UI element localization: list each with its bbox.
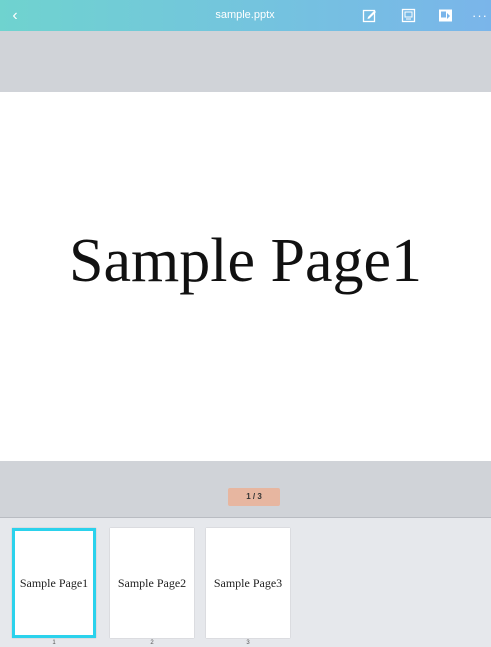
thumbnail-number: 1 xyxy=(52,640,56,646)
thumbnail-2[interactable]: Sample Page2 xyxy=(110,528,194,638)
present-icon xyxy=(401,8,416,23)
thumbnail-label: Sample Page3 xyxy=(213,575,283,590)
export-button[interactable] xyxy=(438,8,453,23)
thumbnail-strip: Sample Page1 1 Sample Page2 2 Sample Pag… xyxy=(0,518,491,647)
chevron-left-icon: ‹ xyxy=(12,7,18,24)
slide-title: Sample Page1 xyxy=(69,227,422,295)
top-toolbar: ‹ sample.pptx ··· xyxy=(0,0,491,31)
thumbnail-number: 2 xyxy=(150,640,154,646)
canvas-background-top xyxy=(0,31,491,92)
edit-button[interactable] xyxy=(362,8,377,23)
present-button[interactable] xyxy=(401,8,416,23)
thumbnail-label: Sample Page2 xyxy=(117,575,187,590)
thumbnail-number: 3 xyxy=(246,640,250,646)
export-icon xyxy=(439,9,452,22)
page-indicator: 1 / 3 xyxy=(228,488,280,506)
edit-icon xyxy=(362,9,376,23)
thumbnail-1[interactable]: Sample Page1 xyxy=(12,528,96,638)
thumbnail-3[interactable]: Sample Page3 xyxy=(206,528,290,638)
more-options-button[interactable]: ··· xyxy=(472,0,488,31)
back-button[interactable]: ‹ xyxy=(6,0,24,31)
slide-canvas[interactable]: Sample Page1 xyxy=(0,92,491,461)
thumbnail-label: Sample Page1 xyxy=(19,575,89,590)
document-title: sample.pptx xyxy=(215,9,275,21)
